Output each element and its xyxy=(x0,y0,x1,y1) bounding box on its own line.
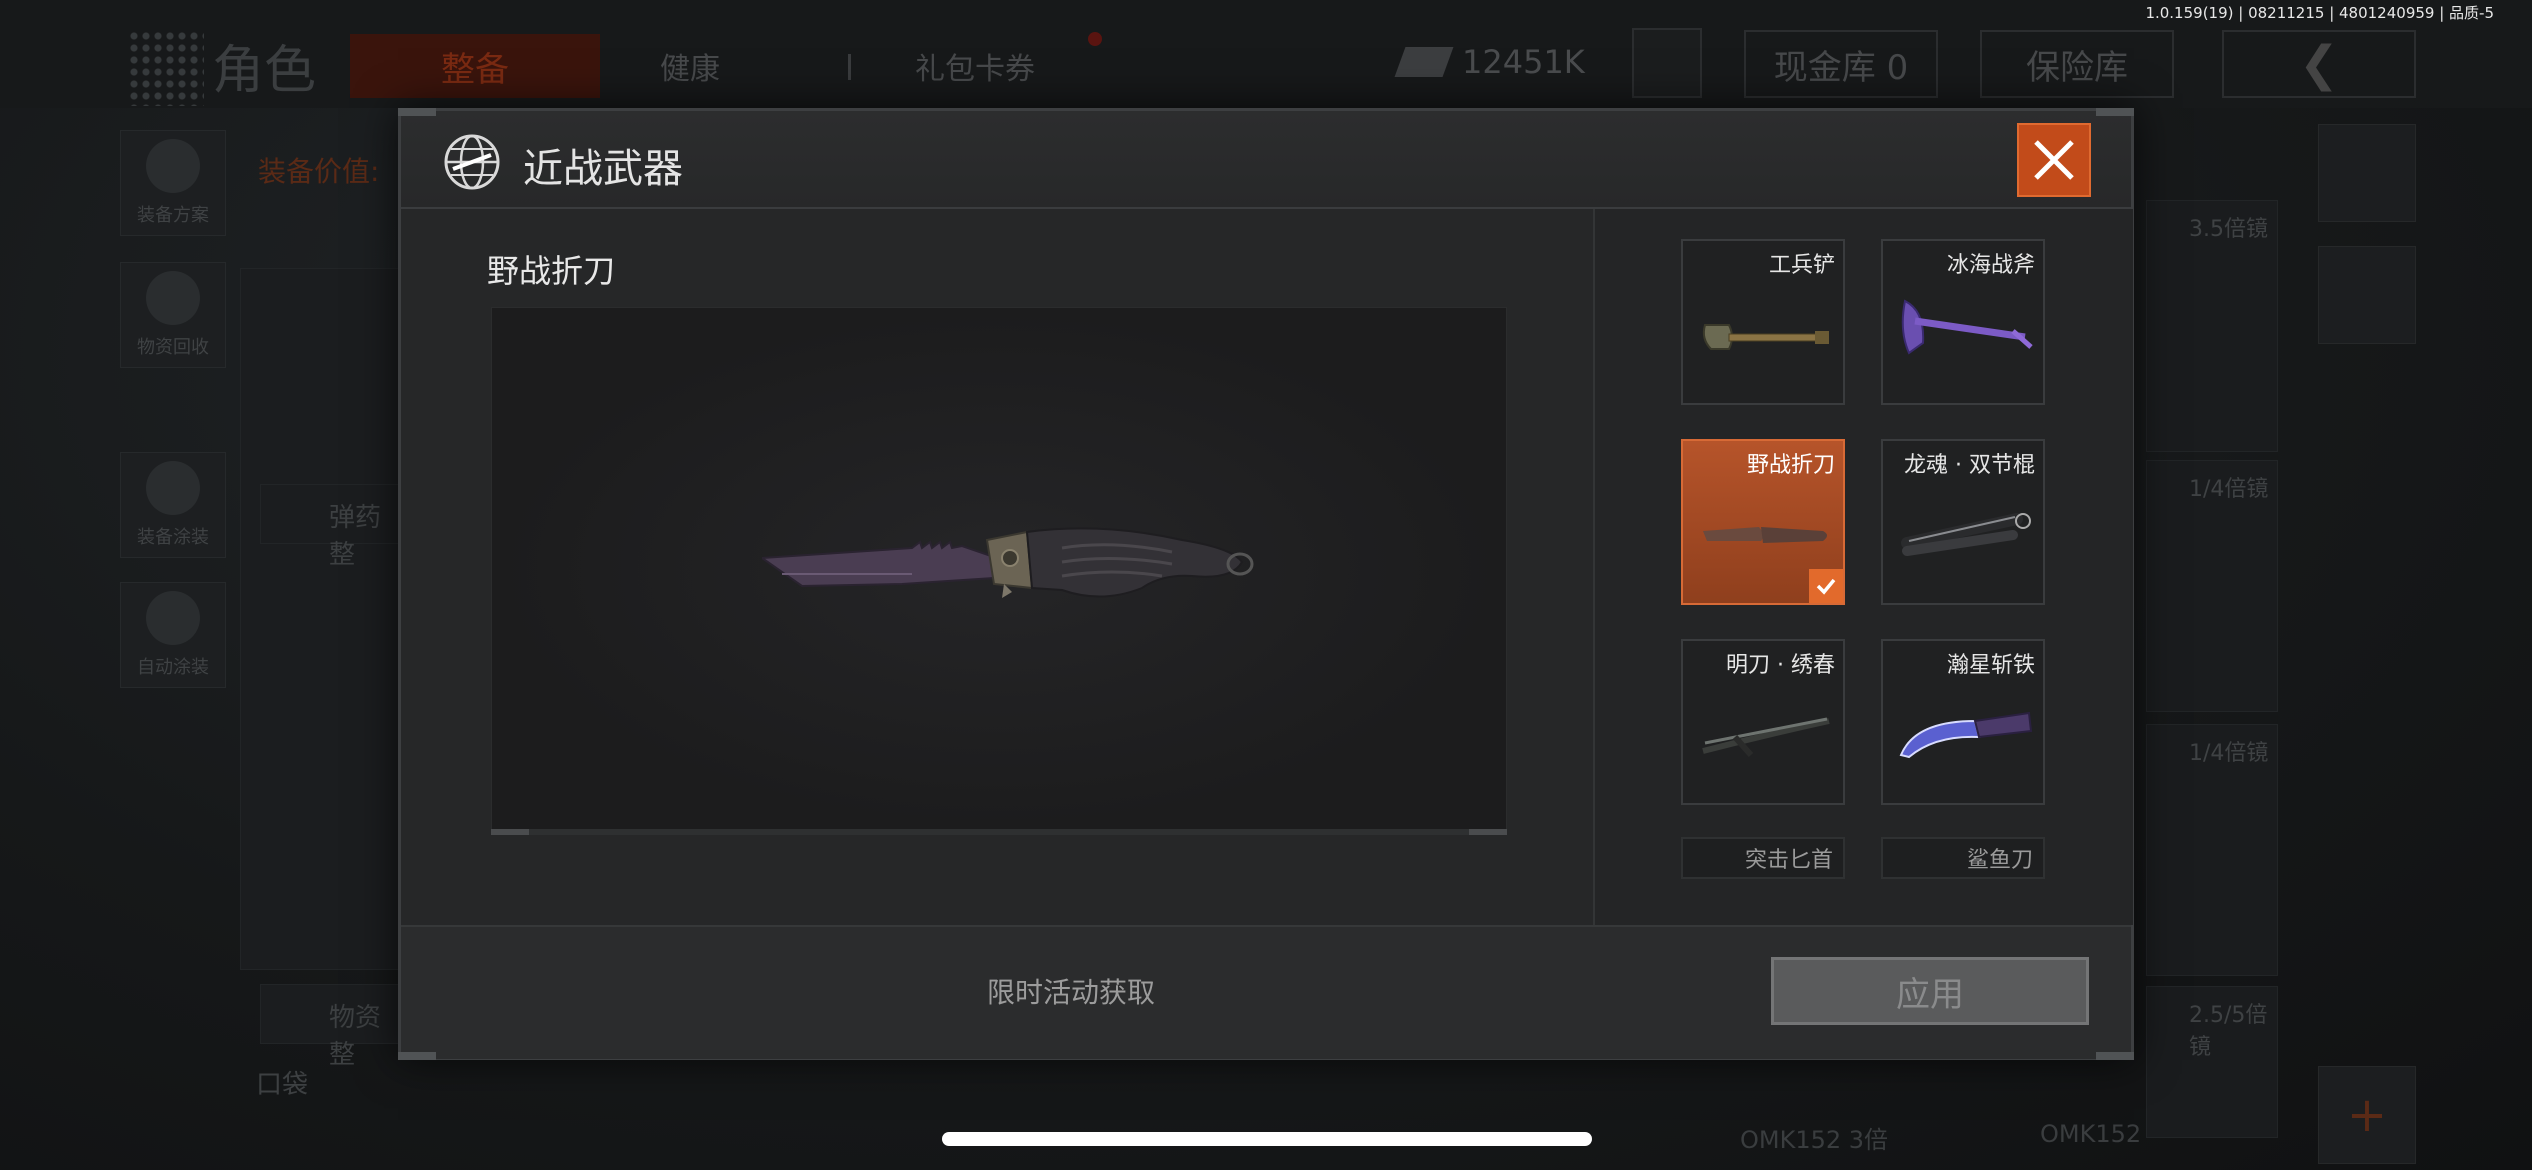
cash-icon xyxy=(1394,47,1454,77)
currency-display[interactable]: 12451K xyxy=(1394,28,1650,96)
tab-equip[interactable]: 整备 xyxy=(350,34,600,98)
sidebar-item-label: 自动涂装 xyxy=(137,657,209,678)
scope-slot[interactable]: 3.5倍镜 xyxy=(2146,200,2278,452)
sword-icon xyxy=(1702,717,1830,757)
nunchaku-icon xyxy=(1901,513,2031,556)
apply-button[interactable]: 应用 xyxy=(1771,957,2089,1025)
weapon-card-field-knife[interactable]: 野战折刀 xyxy=(1681,439,1845,605)
corner-accent xyxy=(398,1052,436,1060)
sidebar-item-label: 装备涂装 xyxy=(137,527,209,548)
acquire-hint: 限时活动获取 xyxy=(987,976,1156,1009)
layers-button[interactable] xyxy=(2318,124,2416,222)
weapon-card-label: 工兵铲 xyxy=(1768,253,1835,278)
axe-icon xyxy=(1901,299,2033,355)
corner-accent xyxy=(398,108,436,116)
weapon-card-label: 瀚星斩铁 xyxy=(1946,653,2035,678)
scope-slot[interactable]: 1/4倍镜 xyxy=(2146,460,2278,712)
globe-icon xyxy=(444,134,500,190)
back-arrow-icon: ❮ xyxy=(2298,36,2340,92)
weapon-card-nunchaku[interactable]: 龙魂 · 双节棍 xyxy=(1881,439,2045,605)
tab-health[interactable]: 健康 xyxy=(660,44,720,88)
tab-gift-cards[interactable]: 礼包卡券 xyxy=(915,44,1035,88)
home-indicator[interactable] xyxy=(942,1132,1592,1146)
knife-icon xyxy=(1703,527,1827,543)
tab-divider xyxy=(848,54,851,80)
equipment-panel xyxy=(240,268,402,970)
pocket-label: 口袋 xyxy=(256,1070,309,1100)
weapon-card-ming-sword[interactable]: 明刀 · 绣春 xyxy=(1681,639,1845,805)
selected-weapon-name: 野战折刀 xyxy=(487,252,616,290)
sidebar-item-recycle[interactable]: 物资回收 xyxy=(120,262,226,368)
weapon-card-label: 野战折刀 xyxy=(1746,453,1835,478)
sidebar-item-label: 物资回收 xyxy=(137,337,209,358)
weapon-card-label: 龙魂 · 双节棍 xyxy=(1904,453,2035,478)
ammo-panel[interactable]: 弹药整 xyxy=(260,484,402,570)
recycle-icon xyxy=(146,271,200,325)
weapon-grid xyxy=(1593,209,2133,925)
weapon-card-shark-knife[interactable]: 鲨鱼刀 xyxy=(1881,837,2045,879)
spray-icon xyxy=(146,591,200,645)
plus-icon: + xyxy=(2346,1087,2388,1143)
weapon-card-label: 冰海战斧 xyxy=(1946,253,2035,278)
equip-value-label: 装备价值: xyxy=(258,155,380,188)
stack-button[interactable] xyxy=(2318,246,2416,344)
dialog-header: 近战武器 xyxy=(401,111,2131,209)
close-icon xyxy=(2034,140,2074,180)
agent-avatar-button[interactable] xyxy=(1632,28,1702,98)
field-knife-image xyxy=(762,527,1254,598)
selected-check-icon xyxy=(1809,569,1843,603)
soldier-icon xyxy=(146,461,200,515)
sidebar-item-equip-plan[interactable]: 装备方案 xyxy=(120,130,226,236)
sidebar-item-skin[interactable]: 装备涂装 xyxy=(120,452,226,558)
scope-slot[interactable]: 1/4倍镜 xyxy=(2146,724,2278,976)
corner-accent xyxy=(2096,1052,2134,1060)
ammo-label: 弹药整 xyxy=(329,503,382,570)
weapon-preview[interactable] xyxy=(491,307,1507,831)
kukri-icon xyxy=(1899,711,2033,759)
version-info: 1.0.159(19) | 08211215 | 4801240959 | 品质… xyxy=(2145,4,2494,22)
add-button[interactable]: + xyxy=(2318,1066,2416,1164)
shovel-icon xyxy=(1702,324,1829,350)
safe-vault-button[interactable]: 保险库 xyxy=(1980,30,2174,98)
weapon-card-assault-dagger[interactable]: 突击匕首 xyxy=(1681,837,1845,879)
melee-weapon-dialog: 近战武器 野战折刀 工兵铲 冰海战斧 野战折刀 龙魂 · 双节棍 明刀 · 绣春… xyxy=(398,108,2134,1060)
game-logo-icon xyxy=(128,30,204,106)
supply-panel[interactable]: 物资整 xyxy=(260,984,402,1070)
currency-amount: 12451K xyxy=(1462,43,1585,81)
close-button[interactable] xyxy=(2017,123,2091,197)
page-title: 角色 xyxy=(212,41,317,101)
weapon-card-shovel[interactable]: 工兵铲 xyxy=(1681,239,1845,405)
weapon-card-label: 鲨鱼刀 xyxy=(1966,848,2033,873)
sidebar-item-label: 装备方案 xyxy=(137,205,209,226)
dialog-title: 近战武器 xyxy=(523,146,683,192)
preview-platform xyxy=(491,829,1507,835)
weapon-card-ice-axe[interactable]: 冰海战斧 xyxy=(1881,239,2045,405)
sidebar-item-auto-skin[interactable]: 自动涂装 xyxy=(120,582,226,688)
weapon-card-label: 明刀 · 绣春 xyxy=(1726,653,1835,678)
weapon-card-label: 突击匕首 xyxy=(1744,848,1833,873)
bottom-item-label: OMK152 xyxy=(2040,1120,2142,1148)
bottom-item-label: OMK152 3倍 xyxy=(1740,1126,1889,1154)
cash-vault-button[interactable]: 现金库 0 xyxy=(1744,30,1938,98)
notification-dot xyxy=(1088,32,1102,46)
corner-accent xyxy=(2096,108,2134,116)
supply-label: 物资整 xyxy=(329,1003,382,1070)
scope-slot[interactable]: 2.5/5倍镜 xyxy=(2146,986,2278,1138)
weapon-card-star-blade[interactable]: 瀚星斩铁 xyxy=(1881,639,2045,805)
back-button[interactable]: ❮ xyxy=(2222,30,2416,98)
helmet-icon xyxy=(146,139,200,193)
